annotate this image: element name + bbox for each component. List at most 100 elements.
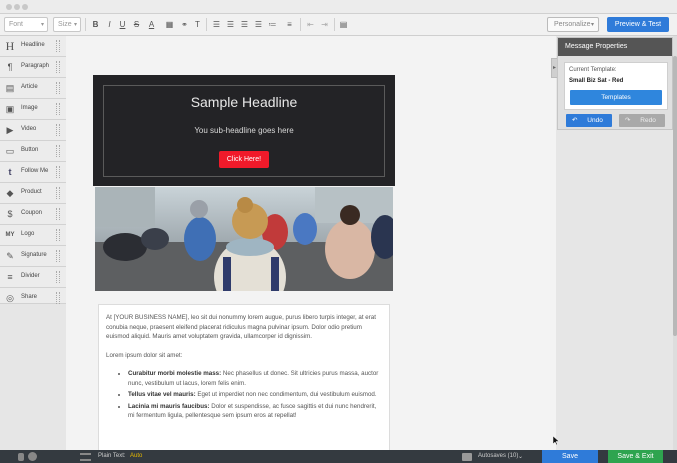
preview-test-button[interactable]: Preview & Test <box>607 17 669 32</box>
sidebar-item-label: Article <box>21 84 38 90</box>
list-intro[interactable]: Lorem ipsum dolor sit amet: <box>106 351 382 361</box>
bullet-list[interactable]: Curabitur morbi molestie mass: Nec phase… <box>106 369 382 421</box>
sidebar-item-article[interactable]: ▤ Article <box>0 78 66 99</box>
drag-handle-icon[interactable] <box>56 250 60 262</box>
close-window-icon[interactable] <box>6 4 12 10</box>
sidebar-item-product[interactable]: ◆ Product <box>0 183 66 204</box>
email-text-block[interactable]: At [YOUR BUSINESS NAME], leo sit dui non… <box>98 304 390 450</box>
sidebar-item-label: Paragraph <box>21 63 50 69</box>
drag-handle-icon[interactable] <box>56 187 60 199</box>
sidebar-item-label: Follow Me <box>21 168 49 174</box>
email-headline[interactable]: Sample Headline <box>93 94 395 110</box>
paragraph-icon: ¶ <box>7 62 13 72</box>
sidebar-item-image[interactable]: ▣ Image <box>0 99 66 120</box>
logo-icon: MY <box>5 232 15 238</box>
sidebar-item-button[interactable]: ▭ Button <box>0 141 66 162</box>
highlight-color-icon[interactable]: ▦ <box>163 18 176 31</box>
indent-icon[interactable]: ⇥ <box>318 18 331 31</box>
link-icon[interactable]: ⚭ <box>178 18 191 31</box>
panel-title: Message Properties <box>558 38 672 56</box>
sidebar-item-logo[interactable]: MY Logo <box>0 225 66 246</box>
drag-handle-icon[interactable] <box>56 271 60 283</box>
list-item-title: Tellus vitae vel mauris: <box>128 391 196 398</box>
strikethrough-button[interactable]: S <box>130 18 143 31</box>
intro-paragraph[interactable]: At [YOUR BUSINESS NAME], leo sit dui non… <box>106 313 382 342</box>
divider-icon: ≡ <box>7 272 13 282</box>
photo-illustration <box>95 187 393 291</box>
sidebar-item-coupon[interactable]: $ Coupon <box>0 204 66 225</box>
cta-button[interactable]: Click Here! <box>219 151 269 168</box>
current-template-label: Current Template: <box>569 67 617 73</box>
sidebar-item-headline[interactable]: H Headline <box>0 36 66 57</box>
personalize-button[interactable]: Personalize ▾ <box>547 17 599 32</box>
sidebar-item-label: Logo <box>21 231 35 237</box>
sidebar-item-signature[interactable]: ✎ Signature <box>0 246 66 267</box>
source-code-icon[interactable]: ▤ <box>337 18 350 31</box>
bulleted-list-icon[interactable]: ≔ <box>266 18 279 31</box>
templates-button[interactable]: Templates <box>570 90 662 105</box>
drag-handle-icon[interactable] <box>56 103 60 115</box>
mobile-view-icon[interactable] <box>18 453 24 461</box>
italic-button[interactable]: I <box>103 18 116 31</box>
plain-text-icon <box>80 453 91 461</box>
twitter-bird-icon: t <box>8 167 12 177</box>
zoom-window-icon[interactable] <box>22 4 28 10</box>
drag-handle-icon[interactable] <box>56 124 60 136</box>
canvas-scrollbar[interactable] <box>673 36 677 450</box>
align-center-icon[interactable]: ☰ <box>224 18 237 31</box>
align-left-icon[interactable]: ☰ <box>210 18 223 31</box>
sidebar-item-video[interactable]: ▶ Video <box>0 120 66 141</box>
redo-label: Redo <box>640 117 656 124</box>
sidebar-item-label: Coupon <box>21 210 43 216</box>
formatting-toolbar: Font ▾ Size ▾ B I U S A ▦ ⚭ T ☰ ☰ ☰ ☰ ≔ … <box>0 14 677 36</box>
size-select[interactable]: Size ▾ <box>53 17 81 32</box>
outdent-icon[interactable]: ⇤ <box>304 18 317 31</box>
drag-handle-icon[interactable] <box>56 82 60 94</box>
chevron-down-icon: ▾ <box>590 22 594 28</box>
bold-button[interactable]: B <box>89 18 102 31</box>
font-select[interactable]: Font ▾ <box>4 17 48 32</box>
sidebar-item-share[interactable]: ◎ Share <box>0 288 66 304</box>
drag-handle-icon[interactable] <box>56 61 60 73</box>
underline-button[interactable]: U <box>116 18 129 31</box>
clear-format-icon[interactable]: T <box>191 18 204 31</box>
font-select-label: Font <box>9 21 24 28</box>
sidebar-item-label: Button <box>21 147 39 153</box>
drag-handle-icon[interactable] <box>56 292 60 304</box>
chevron-down-icon[interactable]: ⌄ <box>518 453 523 460</box>
save-button[interactable]: Save <box>542 450 598 463</box>
current-template-value: Small Biz Sat - Red <box>569 78 624 84</box>
street-scene-photo[interactable] <box>95 187 393 291</box>
desktop-view-icon[interactable] <box>28 452 37 461</box>
autosave-icon <box>462 453 472 461</box>
list-item[interactable]: Curabitur morbi molestie mass: Nec phase… <box>128 369 382 388</box>
numbered-list-icon[interactable]: ≡ <box>283 18 296 31</box>
redo-button[interactable]: ↷ Redo <box>619 114 665 127</box>
size-select-label: Size <box>58 21 72 28</box>
autosaves-dropdown[interactable]: Autosaves (10) <box>478 453 518 459</box>
email-subheadline[interactable]: You sub-headline goes here <box>93 126 395 135</box>
save-and-exit-button[interactable]: Save & Exit <box>608 450 663 463</box>
undo-button[interactable]: ↶ Undo <box>566 114 612 127</box>
redo-icon: ↷ <box>625 117 631 124</box>
minimize-window-icon[interactable] <box>14 4 20 10</box>
bottom-bar: Plain Text: Auto Autosaves (10) ⌄ Save S… <box>0 450 677 463</box>
drag-handle-icon[interactable] <box>56 40 60 52</box>
undo-label: Undo <box>587 117 603 124</box>
drag-handle-icon[interactable] <box>56 145 60 157</box>
sidebar-item-label: Divider <box>21 273 40 279</box>
align-justify-icon[interactable]: ☰ <box>252 18 265 31</box>
scrollbar-thumb[interactable] <box>673 56 677 336</box>
align-right-icon[interactable]: ☰ <box>238 18 251 31</box>
drag-handle-icon[interactable] <box>56 229 60 241</box>
list-item[interactable]: Lacinia mi mauris faucibus: Dolor et sus… <box>128 402 382 421</box>
list-item[interactable]: Tellus vitae vel mauris: Eget ut imperdi… <box>128 390 382 400</box>
font-color-button[interactable]: A <box>145 18 158 31</box>
sidebar-item-divider[interactable]: ≡ Divider <box>0 267 66 288</box>
drag-handle-icon[interactable] <box>56 208 60 220</box>
toolbar-divider <box>334 18 335 31</box>
sidebar-item-follow-me[interactable]: t Follow Me <box>0 162 66 183</box>
drag-handle-icon[interactable] <box>56 166 60 178</box>
sidebar-item-paragraph[interactable]: ¶ Paragraph <box>0 57 66 78</box>
plain-text-toggle[interactable]: Auto <box>130 453 142 459</box>
